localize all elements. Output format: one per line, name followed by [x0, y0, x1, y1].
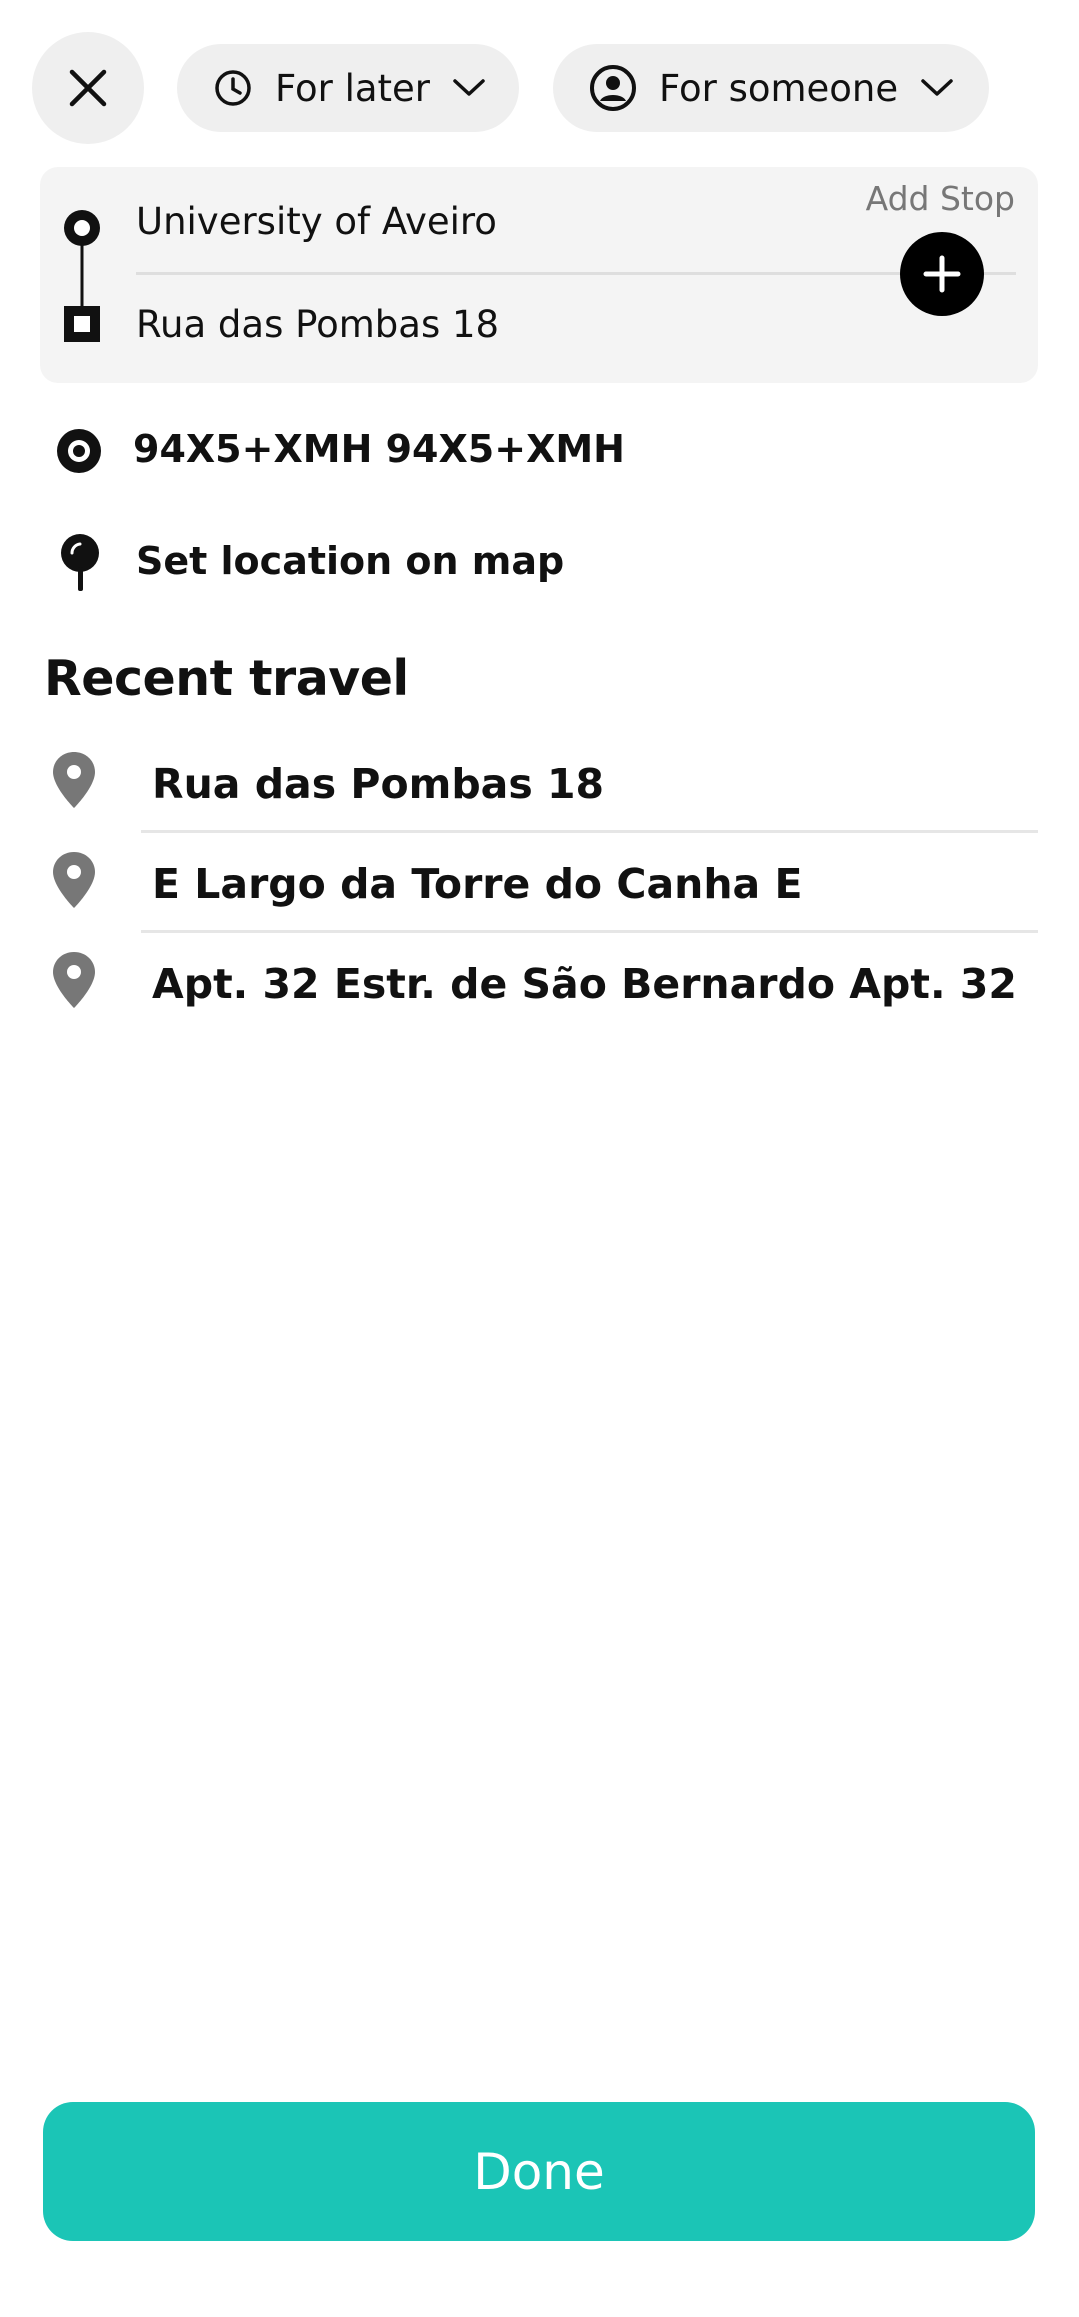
close-icon — [69, 69, 107, 107]
chevron-down-icon — [452, 77, 486, 99]
map-pin-icon — [61, 534, 99, 591]
route-divider — [136, 272, 1016, 275]
schedule-label: For later — [275, 66, 431, 110]
map-pin-icon — [53, 852, 95, 908]
origin-dot-icon — [64, 210, 100, 246]
list-item[interactable]: Apt. 32 Estr. de São Bernardo Apt. 32 — [40, 934, 1038, 1034]
location-target-icon — [57, 429, 101, 473]
done-button[interactable]: Done — [43, 2102, 1035, 2241]
destination-square-icon — [64, 306, 100, 342]
add-stop-label: Add Stop — [865, 179, 1015, 218]
chevron-down-icon — [920, 77, 954, 99]
clock-icon — [215, 70, 251, 106]
set-location-on-map[interactable]: Set location on map — [136, 539, 564, 583]
recent-item-label: Rua das Pombas 18 — [152, 760, 605, 808]
current-location-suggestion[interactable]: 94X5+XMH 94X5+XMH — [133, 427, 625, 471]
rider-dropdown[interactable]: For someone — [553, 44, 989, 132]
map-pin-icon — [53, 952, 95, 1008]
schedule-dropdown[interactable]: For later — [177, 44, 519, 132]
close-button[interactable] — [32, 32, 144, 144]
recent-item-label: Apt. 32 Estr. de São Bernardo Apt. 32 — [152, 960, 1017, 1008]
pickup-input[interactable]: University of Aveiro — [136, 200, 497, 243]
add-stop-button[interactable] — [900, 232, 984, 316]
destination-input[interactable]: Rua das Pombas 18 — [136, 303, 499, 346]
map-pin-icon — [53, 752, 95, 808]
plus-icon — [923, 255, 961, 293]
list-item[interactable]: Rua das Pombas 18 — [40, 734, 1038, 834]
recent-item-label: E Largo da Torre do Canha E — [152, 860, 803, 908]
rider-label: For someone — [659, 66, 899, 110]
recent-travel-title: Recent travel — [44, 650, 409, 707]
row-divider — [141, 930, 1038, 933]
row-divider — [141, 830, 1038, 833]
user-circle-icon — [590, 65, 636, 111]
list-item[interactable]: E Largo da Torre do Canha E — [40, 834, 1038, 934]
